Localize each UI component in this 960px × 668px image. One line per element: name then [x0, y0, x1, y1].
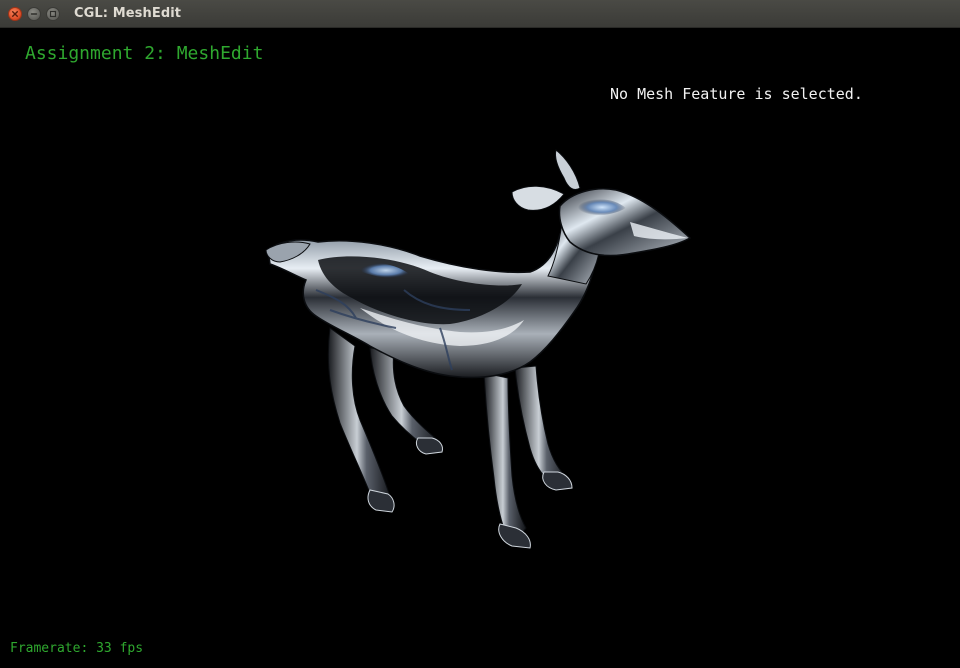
left-ear	[511, 185, 565, 211]
framerate-readout: Framerate: 33 fps	[10, 641, 143, 656]
maximize-icon	[49, 10, 57, 18]
deer-mesh-model[interactable]	[0, 28, 960, 668]
window-title: CGL: MeshEdit	[74, 6, 182, 21]
framerate-value: 33	[96, 641, 112, 656]
close-button[interactable]	[8, 7, 22, 21]
deer-head	[558, 188, 692, 257]
close-icon	[12, 11, 18, 17]
framerate-label: Framerate:	[10, 641, 89, 656]
framerate-unit: fps	[119, 641, 144, 656]
minimize-button[interactable]	[27, 7, 41, 21]
front-right-leg	[514, 365, 569, 487]
minimize-icon	[30, 13, 38, 15]
right-ear	[555, 149, 581, 191]
maximize-button[interactable]	[46, 7, 60, 21]
back-left-hoof	[367, 489, 395, 513]
front-right-hoof	[542, 471, 573, 491]
render-viewport[interactable]: Assignment 2: MeshEdit No Mesh Feature i…	[0, 28, 960, 668]
title-bar[interactable]: CGL: MeshEdit	[0, 0, 960, 28]
application-window: CGL: MeshEdit Assignment 2: MeshEdit No …	[0, 0, 960, 668]
